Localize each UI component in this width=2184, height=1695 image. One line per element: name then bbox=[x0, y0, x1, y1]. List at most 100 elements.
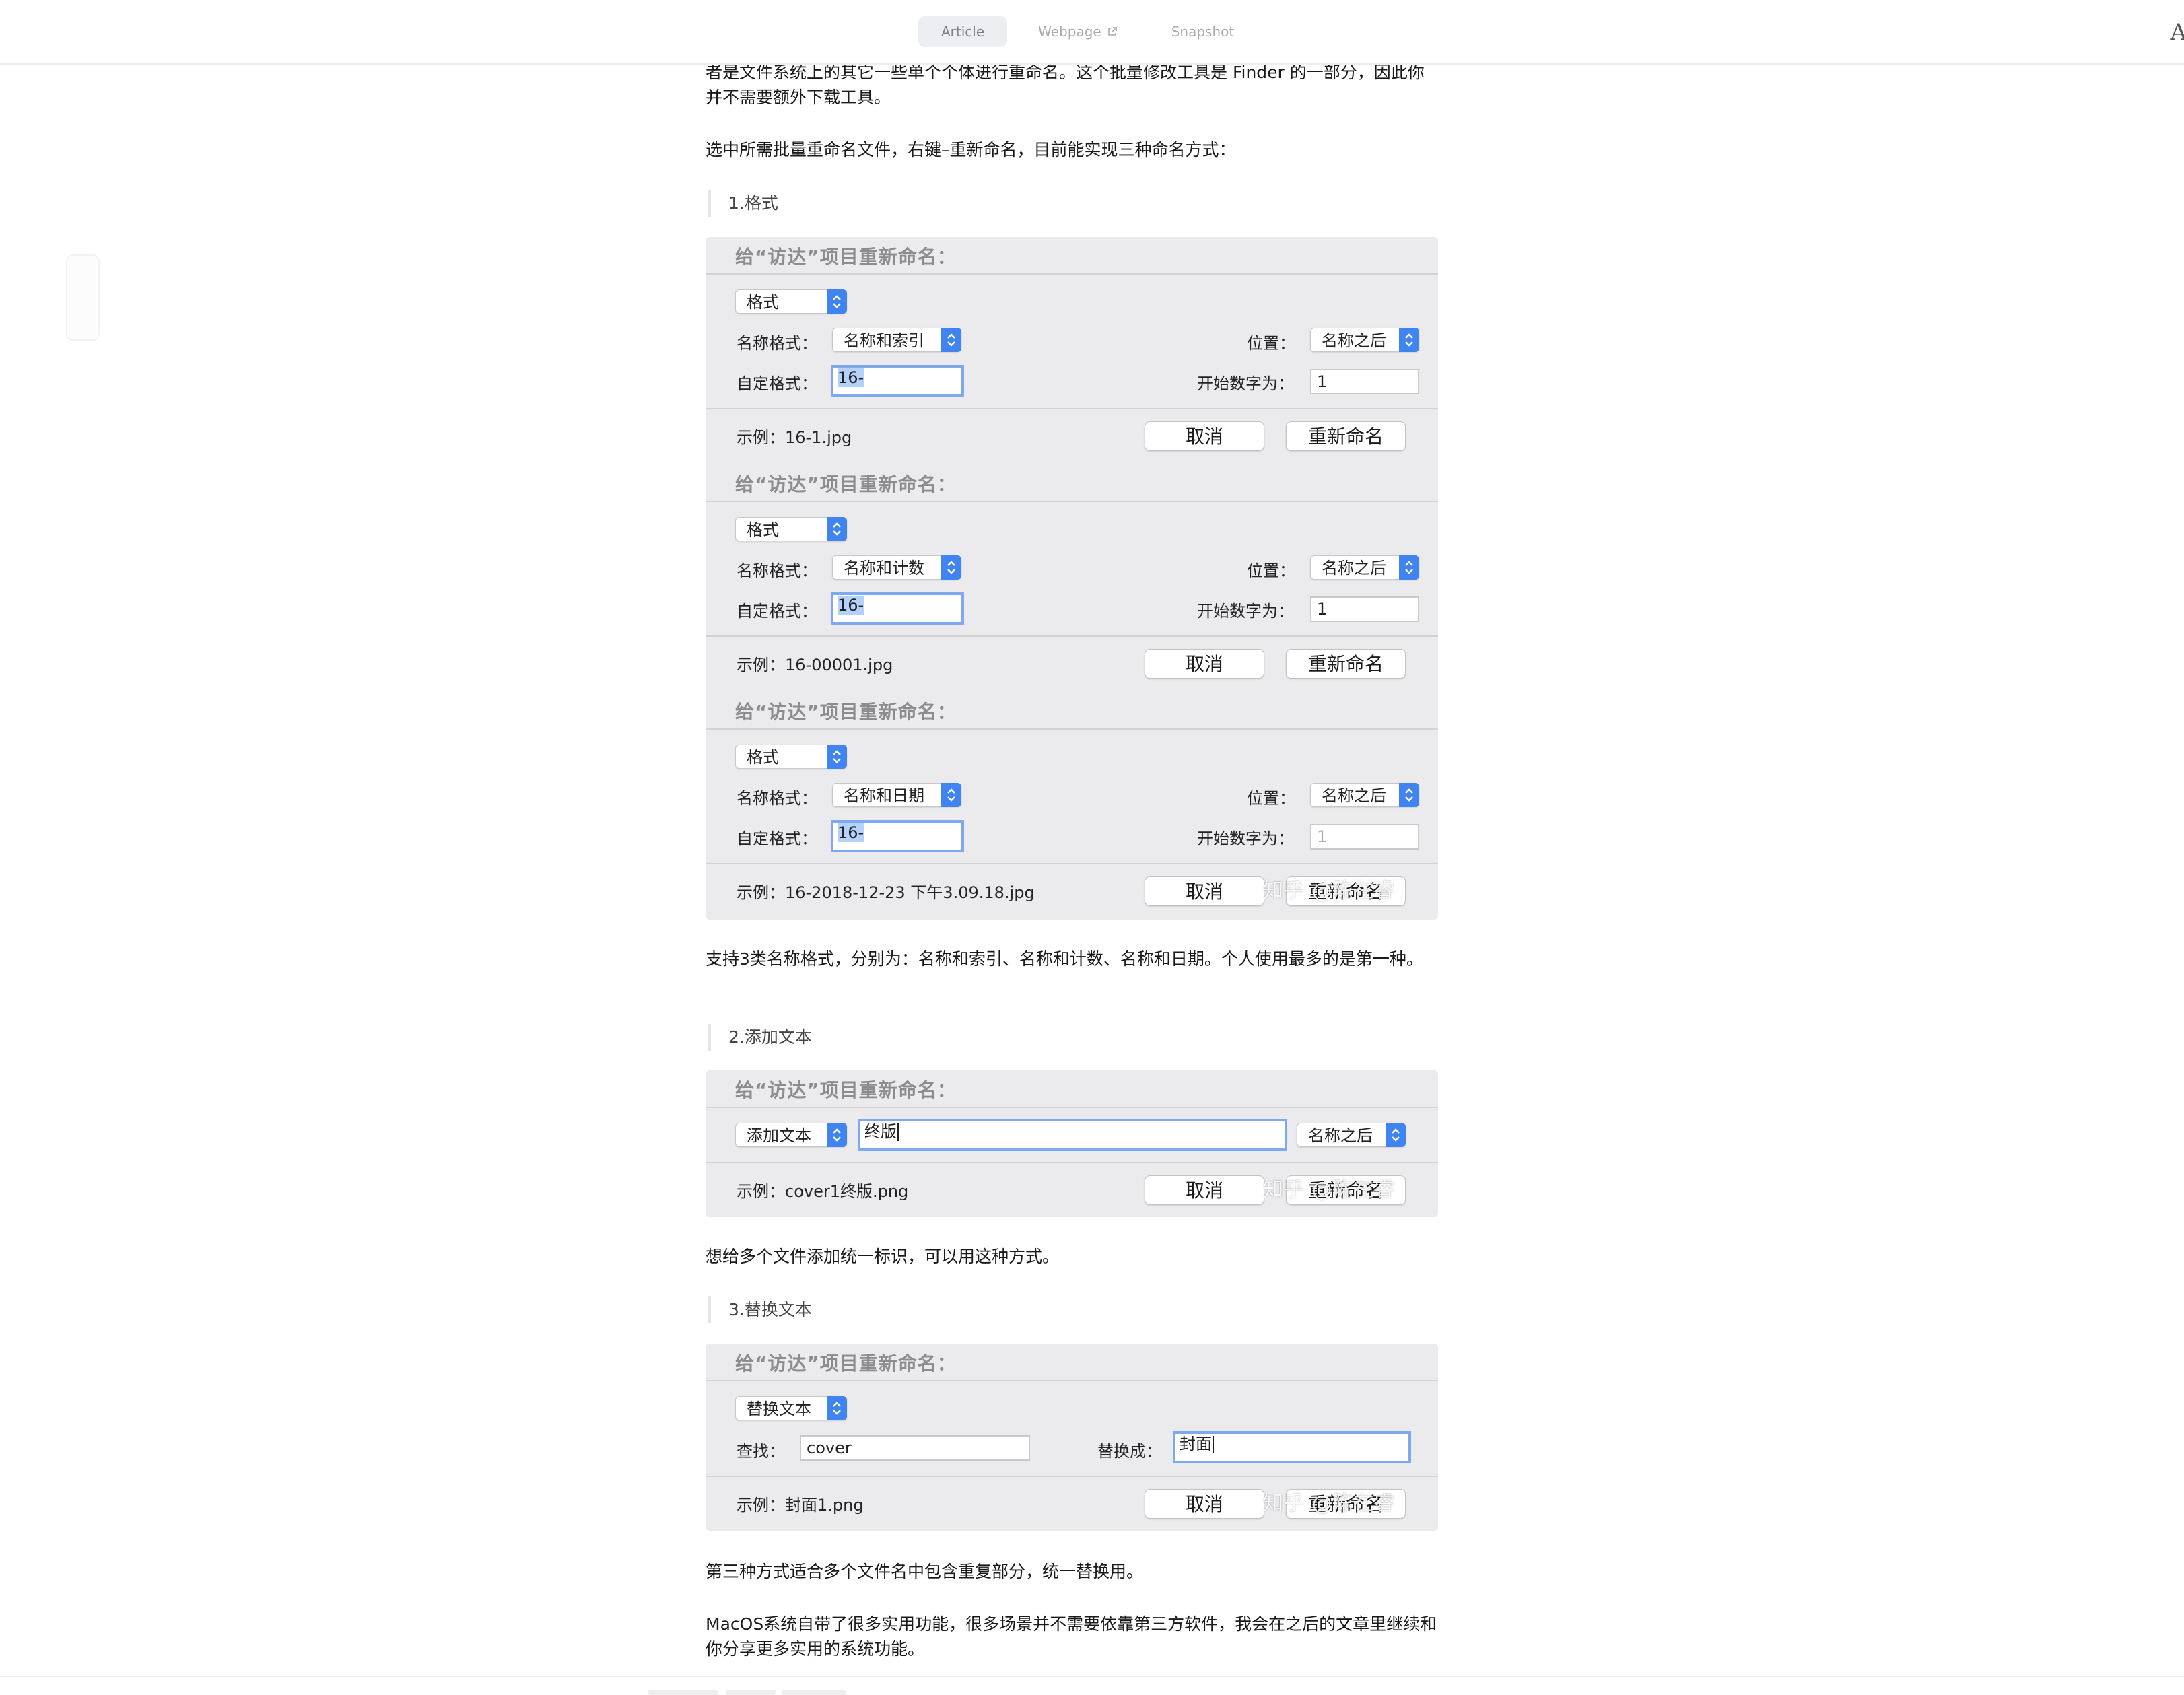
top-tab-bar: Article Webpage Snapshot A bbox=[0, 0, 2184, 65]
cancel-button[interactable]: 取消 bbox=[1145, 1489, 1264, 1519]
position-value: 名称之后 bbox=[1322, 786, 1386, 805]
section-1-heading: 1.格式 bbox=[708, 190, 778, 217]
start-number-field-disabled: 1 bbox=[1310, 824, 1419, 850]
example-text: 示例：16-00001.jpg bbox=[737, 656, 893, 674]
name-format-value: 名称和日期 bbox=[844, 786, 924, 805]
section-3-heading: 3.替换文本 bbox=[708, 1296, 812, 1323]
add-text-summary-paragraph: 想给多个文件添加统一标识，可以用这种方式。 bbox=[706, 1247, 1060, 1266]
name-format-label: 名称格式： bbox=[737, 561, 817, 580]
position-select[interactable]: 名称之后 bbox=[1297, 1123, 1406, 1147]
dialog-title: 给“访达”项目重新命名： bbox=[735, 246, 957, 268]
custom-format-value: 16- bbox=[838, 823, 864, 842]
chevron-updown-icon bbox=[941, 328, 961, 352]
rename-button[interactable]: 重新命名 bbox=[1286, 421, 1406, 451]
name-format-select[interactable]: 名称和日期 bbox=[832, 783, 961, 807]
mode-select[interactable]: 格式 bbox=[735, 745, 847, 769]
name-format-value: 名称和索引 bbox=[844, 331, 924, 350]
chevron-updown-icon bbox=[1399, 783, 1419, 807]
mode-select-value: 替换文本 bbox=[747, 1399, 811, 1418]
tab-article[interactable]: Article bbox=[918, 16, 1008, 47]
view-tabs: Article Webpage Snapshot bbox=[918, 16, 1257, 47]
name-format-label: 名称格式： bbox=[737, 789, 817, 808]
custom-format-label: 自定格式： bbox=[737, 374, 817, 393]
watermark: 知乎 @陈在睿 bbox=[1263, 1178, 1396, 1202]
cancel-button[interactable]: 取消 bbox=[1145, 876, 1264, 906]
divider bbox=[706, 728, 1438, 730]
start-number-value: 1 bbox=[1317, 827, 1328, 846]
chevron-updown-icon bbox=[827, 517, 847, 541]
divider bbox=[706, 635, 1438, 637]
mode-select-value: 格式 bbox=[747, 748, 779, 767]
font-size-toggle[interactable]: A bbox=[2170, 19, 2184, 46]
name-format-select[interactable]: 名称和计数 bbox=[832, 555, 961, 580]
chevron-updown-icon bbox=[1399, 328, 1419, 352]
start-number-label: 开始数字为： bbox=[1197, 829, 1294, 848]
divider bbox=[706, 273, 1438, 275]
replace-summary-paragraph: 第三种方式适合多个文件名中包含重复部分，统一替换用。 bbox=[706, 1562, 1144, 1581]
mode-select[interactable]: 添加文本 bbox=[735, 1123, 847, 1147]
replace-with-value: 封面 bbox=[1180, 1434, 1212, 1453]
cancel-button[interactable]: 取消 bbox=[1145, 649, 1264, 679]
tab-snapshot[interactable]: Snapshot bbox=[1149, 16, 1258, 47]
divider bbox=[706, 1107, 1438, 1108]
custom-format-field[interactable]: 16- bbox=[831, 365, 964, 397]
start-number-field[interactable]: 1 bbox=[1310, 596, 1419, 622]
closing-paragraph: MacOS系统自带了很多实用功能，很多场景并不需要依靠第三方软件，我会在之后的文… bbox=[706, 1614, 1437, 1659]
dialog-title: 给“访达”项目重新命名： bbox=[735, 1352, 957, 1375]
custom-format-value: 16- bbox=[838, 596, 864, 615]
intro-paragraph: 者是文件系统上的其它一些单个个体进行重命名。这个批量修改工具是 Finder 的… bbox=[706, 63, 1425, 107]
start-number-label: 开始数字为： bbox=[1197, 374, 1294, 393]
position-select[interactable]: 名称之后 bbox=[1310, 555, 1419, 580]
divider bbox=[706, 1476, 1438, 1477]
custom-format-label: 自定格式： bbox=[737, 829, 817, 848]
position-label: 位置： bbox=[1247, 334, 1295, 353]
cancel-button[interactable]: 取消 bbox=[1145, 1175, 1264, 1205]
start-number-label: 开始数字为： bbox=[1197, 602, 1294, 621]
custom-format-field[interactable]: 16- bbox=[831, 592, 964, 625]
start-number-value: 1 bbox=[1317, 372, 1328, 391]
divider bbox=[706, 408, 1438, 409]
dialog-title: 给“访达”项目重新命名： bbox=[735, 701, 957, 723]
custom-format-field[interactable]: 16- bbox=[831, 820, 964, 852]
watermark: 知乎 @陈在睿 bbox=[1263, 879, 1396, 903]
tab-webpage[interactable]: Webpage bbox=[1015, 16, 1140, 47]
mode-select[interactable]: 格式 bbox=[735, 289, 847, 314]
chevron-updown-icon bbox=[941, 783, 961, 807]
select-paragraph: 选中所需批量重命名文件，右键–重新命名，目前能实现三种命名方式： bbox=[706, 140, 1236, 160]
replace-with-field[interactable]: 封面 bbox=[1173, 1431, 1411, 1463]
position-value: 名称之后 bbox=[1322, 331, 1386, 350]
divider bbox=[706, 1162, 1438, 1163]
find-field[interactable]: cover bbox=[800, 1435, 1030, 1461]
dialog-title: 给“访达”项目重新命名： bbox=[735, 473, 957, 495]
name-format-select[interactable]: 名称和索引 bbox=[832, 328, 961, 352]
footer-divider bbox=[0, 1676, 2184, 1677]
divider bbox=[706, 863, 1438, 864]
custom-format-label: 自定格式： bbox=[737, 602, 817, 621]
start-number-value: 1 bbox=[1317, 600, 1328, 619]
divider bbox=[706, 501, 1438, 502]
mode-select[interactable]: 格式 bbox=[735, 517, 847, 541]
add-text-value: 终版 bbox=[864, 1122, 897, 1141]
text-caret bbox=[1213, 1436, 1214, 1453]
example-text: 示例：封面1.png bbox=[737, 1496, 864, 1515]
find-label: 查找： bbox=[737, 1442, 785, 1461]
name-format-label: 名称格式： bbox=[737, 334, 817, 353]
rename-button[interactable]: 重新命名 bbox=[1286, 649, 1406, 679]
position-select[interactable]: 名称之后 bbox=[1310, 783, 1419, 807]
text-caret bbox=[897, 1123, 899, 1141]
format-summary-paragraph: 支持3类名称格式，分别为：名称和索引、名称和计数、名称和日期。个人使用最多的是第… bbox=[706, 949, 1423, 969]
example-text: 示例：16-2018-12-23 下午3.09.18.jpg bbox=[737, 883, 1035, 902]
mode-select-value: 格式 bbox=[747, 293, 779, 312]
add-text-field[interactable]: 终版 bbox=[858, 1119, 1287, 1151]
footer-stub bbox=[726, 1690, 776, 1695]
mode-select[interactable]: 替换文本 bbox=[735, 1396, 847, 1420]
position-select[interactable]: 名称之后 bbox=[1310, 328, 1419, 352]
tab-article-label: Article bbox=[941, 24, 985, 40]
position-label: 位置： bbox=[1247, 561, 1295, 580]
example-text: 示例：16-1.jpg bbox=[737, 428, 852, 447]
cancel-button[interactable]: 取消 bbox=[1145, 421, 1264, 451]
mode-select-value: 添加文本 bbox=[747, 1126, 811, 1145]
chevron-updown-icon bbox=[827, 1396, 847, 1420]
start-number-field[interactable]: 1 bbox=[1310, 369, 1419, 394]
chevron-updown-icon bbox=[941, 555, 961, 580]
